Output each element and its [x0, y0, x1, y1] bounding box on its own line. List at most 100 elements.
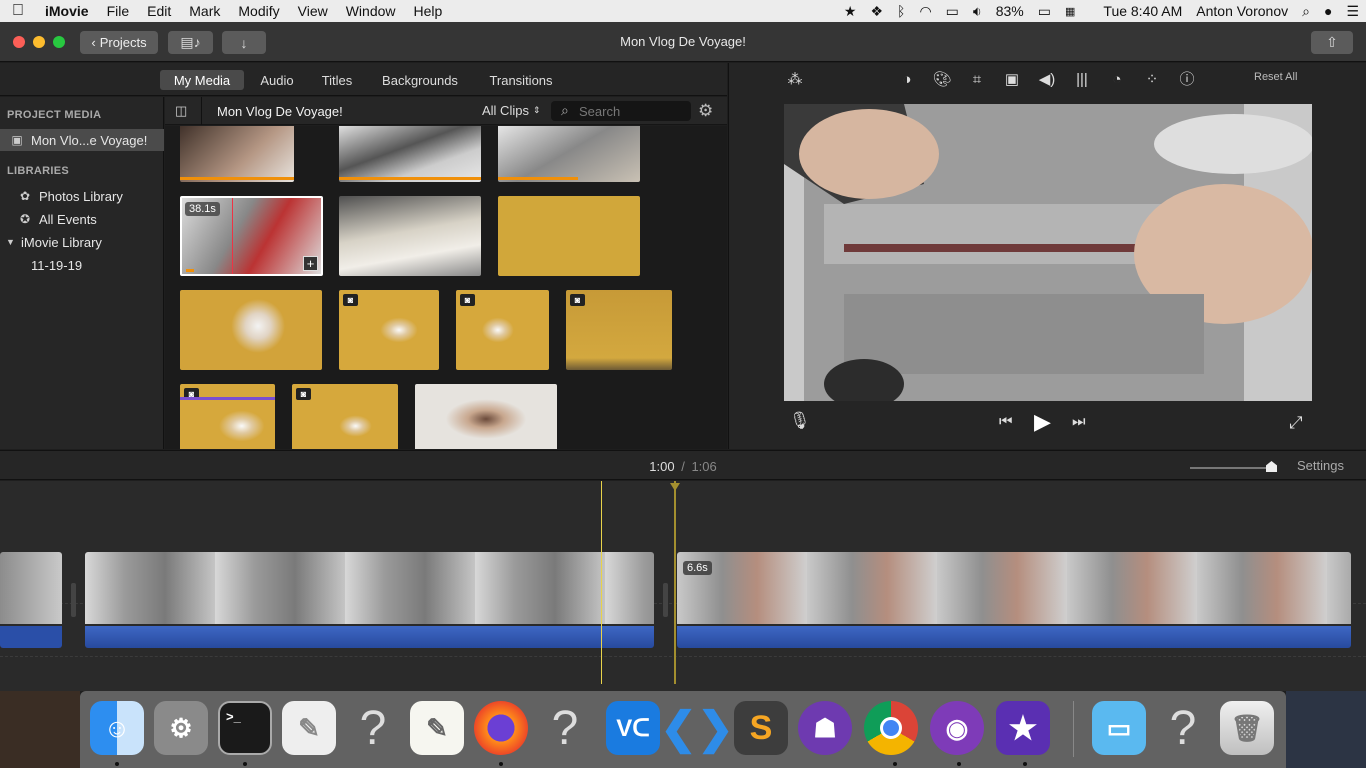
tab-titles[interactable]: Titles [312, 70, 362, 90]
disclosure-triangle-icon[interactable]: ▼ [6, 237, 15, 247]
battery-icon[interactable]: ▭ [1031, 3, 1058, 20]
tab-transitions[interactable]: Transitions [483, 70, 559, 90]
dock-downloads-folder-icon[interactable]: ▭ [1092, 701, 1146, 755]
dock-sublime-text-icon[interactable]: S [734, 701, 788, 755]
menu-file[interactable]: File [98, 3, 139, 19]
color-correction-palette-icon[interactable]: 🎨︎ [931, 69, 953, 91]
media-thumbnail[interactable] [339, 196, 481, 276]
crop-icon[interactable]: ⌗ [966, 69, 988, 91]
airplay-icon[interactable]: ▭ [939, 3, 966, 20]
transition-handle[interactable] [663, 583, 668, 617]
used-clip-bar [498, 177, 578, 180]
speed-gauge-icon[interactable]: ◔ [1106, 69, 1128, 91]
previous-frame-icon[interactable]: ⏮︎ [999, 413, 1013, 430]
apple-menu-icon[interactable]:  [0, 2, 36, 20]
info-icon[interactable]: ⓘ [1176, 69, 1198, 91]
sidebar-item-imovie-library[interactable]: ▼ iMovie Library [0, 231, 164, 253]
wifi-icon[interactable]: ◠ [912, 3, 938, 20]
playhead-handle[interactable] [670, 483, 680, 491]
photo-thumbnail[interactable]: ◙ [292, 384, 398, 449]
stabilization-camera-icon[interactable]: ▣ [1001, 69, 1023, 91]
sidebar-toggle-icon[interactable]: ◫ [175, 103, 187, 119]
spotlight-icon[interactable]: ⌕ [1295, 3, 1317, 20]
menu-help[interactable]: Help [405, 3, 452, 19]
dock-imovie-icon[interactable]: ★ [996, 701, 1050, 755]
dock-firefox-icon[interactable] [474, 701, 528, 755]
photo-thumbnail[interactable]: ◙ [180, 384, 275, 449]
play-icon[interactable]: ▶ [1034, 409, 1051, 435]
timeline-clip[interactable]: 6.6s [677, 552, 1351, 648]
clock[interactable]: Tue 8:40 AM [1096, 3, 1189, 19]
photo-thumbnail[interactable]: ◙ [339, 290, 439, 370]
user-name[interactable]: Anton Voronov [1189, 3, 1295, 19]
menu-view[interactable]: View [289, 3, 337, 19]
sidebar-item-project[interactable]: ▣ Mon Vlo...e Voyage! [0, 129, 164, 151]
microphone-icon[interactable]: 🎙︎ [789, 411, 811, 431]
sidebar-item-photos-library[interactable]: ✿ Photos Library [0, 185, 164, 207]
star-icon[interactable]: ★ [837, 3, 864, 20]
media-thumbnail[interactable] [498, 196, 640, 276]
timeline-clip[interactable] [85, 552, 654, 648]
dock-unknown-app-icon[interactable]: ? [1156, 701, 1210, 755]
menu-window[interactable]: Window [337, 3, 405, 19]
dock-vscode-icon[interactable]: ❮❯ [660, 701, 734, 755]
dropbox-icon[interactable]: ❖ [863, 3, 890, 20]
timeline-clip[interactable] [0, 552, 62, 648]
photos-icon: ✿ [19, 189, 31, 203]
gear-icon[interactable]: ⚙ [698, 101, 713, 121]
siri-icon[interactable]: ● [1317, 3, 1339, 19]
media-thumbnail[interactable] [498, 126, 640, 182]
sidebar-item-event[interactable]: 11-19-19 [0, 254, 164, 276]
media-thumbnail[interactable] [180, 290, 322, 370]
volume-icon[interactable]: 🔉︎ [966, 3, 989, 20]
color-balance-icon[interactable]: ◑ [896, 69, 918, 91]
tab-my-media[interactable]: My Media [160, 70, 244, 90]
menu-app-name[interactable]: iMovie [36, 3, 98, 19]
battery-percent[interactable]: 83% [989, 3, 1031, 19]
dock-tor-browser-icon[interactable]: ◉ [930, 701, 984, 755]
playhead[interactable] [674, 481, 676, 684]
next-frame-icon[interactable]: ⏭︎ [1072, 413, 1086, 430]
menu-modify[interactable]: Modify [229, 3, 288, 19]
dock-unknown-app-icon[interactable]: ? [538, 701, 592, 755]
magic-wand-icon[interactable]: ⁂ [784, 69, 806, 91]
time-separator: / [681, 459, 685, 474]
menu-mark[interactable]: Mark [180, 3, 229, 19]
dock-textedit-icon[interactable]: ✎ [410, 701, 464, 755]
fullscreen-icon[interactable]: ⤢ [1289, 413, 1303, 433]
media-thumbnail[interactable] [415, 384, 557, 449]
dock-script-editor-icon[interactable]: ✎ [282, 701, 336, 755]
selected-media-thumbnail[interactable]: 38.1s + [180, 196, 323, 276]
media-thumbnail[interactable] [339, 126, 481, 182]
notification-center-icon[interactable]: ☰ [1339, 3, 1366, 20]
dock-finder-icon[interactable]: ☺ [90, 701, 144, 755]
desktop-background [0, 691, 80, 768]
flag-icon[interactable]: ▦ [1058, 5, 1082, 18]
tab-backgrounds[interactable]: Backgrounds [375, 70, 465, 90]
dock-github-desktop-icon[interactable]: ☗ [798, 701, 852, 755]
zoom-slider-track[interactable] [1190, 467, 1270, 469]
volume-icon[interactable]: ◀) [1036, 69, 1058, 91]
search-input[interactable]: ⌕ Search [551, 101, 691, 121]
reset-all-button[interactable]: Reset All [1254, 71, 1297, 83]
dock-terminal-icon[interactable]: >_ [218, 701, 272, 755]
dock-trash-icon[interactable]: 🗑︎ [1220, 701, 1274, 755]
bluetooth-icon[interactable]: ᛒ [890, 3, 912, 19]
dock-system-preferences-icon[interactable]: ⚙ [154, 701, 208, 755]
equalizer-icon[interactable]: ||| [1071, 69, 1093, 91]
tab-audio[interactable]: Audio [252, 70, 302, 90]
photo-thumbnail[interactable]: ◙ [456, 290, 549, 370]
photo-thumbnail[interactable]: ◙ [566, 290, 672, 370]
transition-handle[interactable] [71, 583, 76, 617]
dock-vnc-viewer-icon[interactable]: Vᑕ [606, 701, 660, 755]
add-to-movie-plus-icon[interactable]: + [303, 256, 318, 271]
timeline-settings-button[interactable]: Settings [1297, 458, 1344, 473]
clip-filter-select[interactable]: All Clips ⇕ [482, 103, 541, 118]
share-button[interactable]: ⇧ [1311, 31, 1353, 54]
dock-chrome-icon[interactable] [864, 701, 918, 755]
sidebar-item-all-events[interactable]: ✪ All Events [0, 208, 164, 230]
media-thumbnail[interactable] [180, 126, 294, 182]
dock-unknown-app-icon[interactable]: ? [346, 701, 400, 755]
clip-filter-icon[interactable]: ⁘ [1141, 69, 1163, 91]
menu-edit[interactable]: Edit [138, 3, 180, 19]
